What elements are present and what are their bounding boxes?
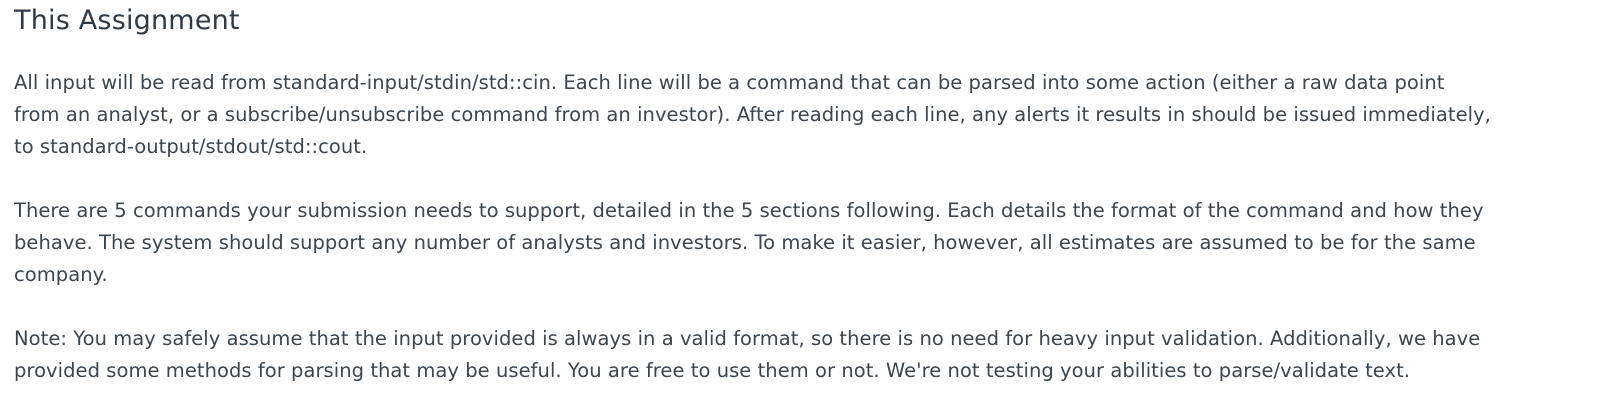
paragraph-line: All input will be read from standard-inp… <box>14 71 1445 94</box>
paragraph-commands-description: There are 5 commands your submission nee… <box>14 195 1484 291</box>
paragraph-line: to standard-output/stdout/std::cout. <box>14 135 368 158</box>
paragraph-line: There are 5 commands your submission nee… <box>14 199 1484 222</box>
paragraph-line: from an analyst, or a subscribe/unsubscr… <box>14 103 1491 126</box>
paragraph-input-description: All input will be read from standard-inp… <box>14 67 1491 163</box>
paragraph-line: behave. The system should support any nu… <box>14 231 1476 254</box>
paragraph-line: company. <box>14 263 108 286</box>
paragraph-note: Note: You may safely assume that the inp… <box>14 323 1480 387</box>
section-title: This Assignment <box>14 5 240 36</box>
paragraph-line: provided some methods for parsing that m… <box>14 359 1411 382</box>
paragraph-line: Note: You may safely assume that the inp… <box>14 327 1481 350</box>
